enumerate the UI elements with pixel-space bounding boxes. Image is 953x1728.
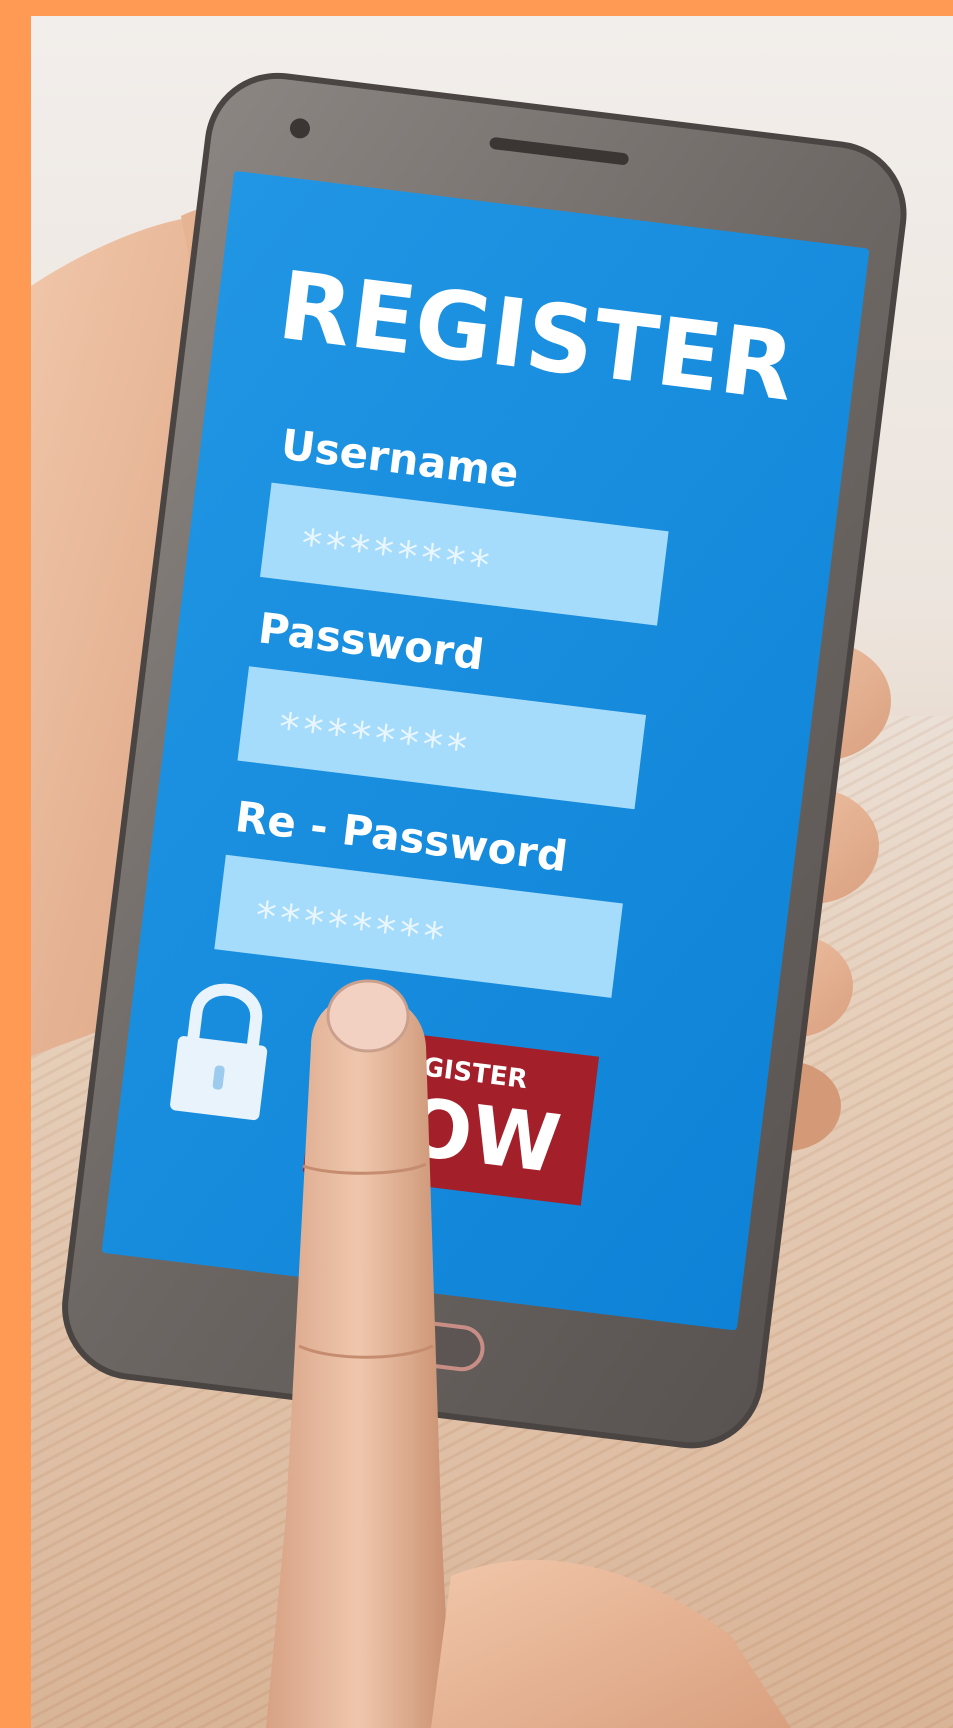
phone-scene: REGISTER Username ******** Password ****… (31, 72, 907, 1728)
photo: REGISTER Username ******** Password ****… (31, 16, 953, 1728)
lower-hand (431, 1559, 791, 1728)
photo-frame: REGISTER Username ******** Password ****… (0, 0, 953, 1728)
fingernail (326, 979, 410, 1053)
